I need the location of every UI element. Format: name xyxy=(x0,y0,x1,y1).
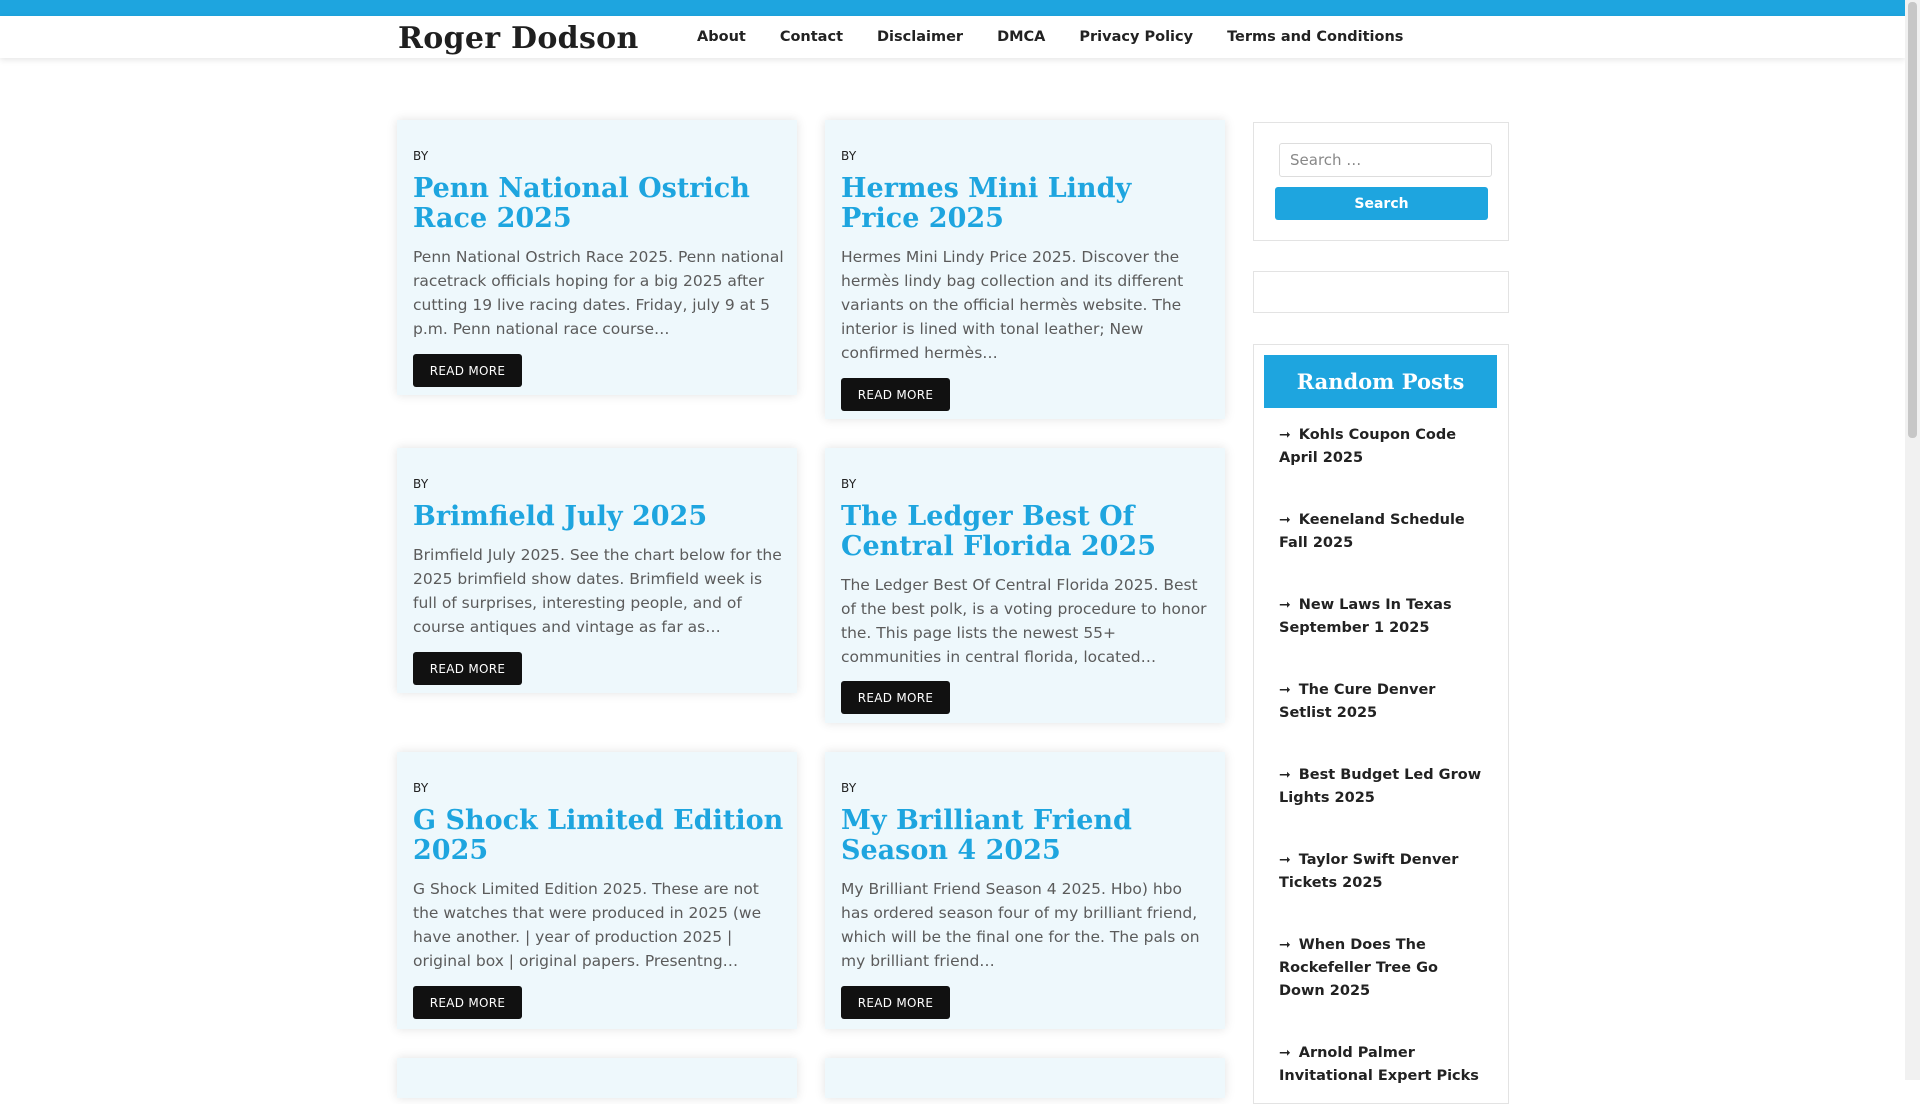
post-excerpt: Hermes Mini Lindy Price 2025. Discover t… xyxy=(841,248,1184,362)
post-card-partial xyxy=(825,1058,1225,1098)
post-title[interactable]: Hermes Mini Lindy Price 2025 xyxy=(841,174,1213,234)
post-excerpt: The Ledger Best Of Central Florida 2025.… xyxy=(841,576,1207,666)
read-more-button[interactable]: READ MORE xyxy=(841,681,950,714)
arrow-right-icon: ➞ xyxy=(1279,682,1291,698)
random-post-link[interactable]: ➞ Kohls Coupon Code April 2025 xyxy=(1279,424,1484,470)
post-byline: BY xyxy=(413,477,429,491)
search-input[interactable] xyxy=(1279,143,1492,177)
post-title[interactable]: My Brilliant Friend Season 4 2025 xyxy=(841,806,1213,866)
post-excerpt: G Shock Limited Edition 2025. These are … xyxy=(413,880,762,970)
post-byline: BY xyxy=(841,781,857,795)
read-more-button[interactable]: READ MORE xyxy=(841,986,950,1019)
site-header: Roger Dodson About Contact Disclaimer DM… xyxy=(0,16,1905,58)
arrow-right-icon: ➞ xyxy=(1279,512,1291,528)
random-posts-widget: Random Posts ➞ Kohls Coupon Code April 20… xyxy=(1253,344,1509,1104)
post-card: BY My Brilliant Friend Season 4 2025 My … xyxy=(825,752,1225,1029)
post-byline: BY xyxy=(841,477,857,491)
top-accent-bar xyxy=(0,0,1905,16)
read-more-button[interactable]: READ MORE xyxy=(841,378,950,411)
post-title[interactable]: G Shock Limited Edition 2025 xyxy=(413,806,785,866)
random-post-link[interactable]: ➞ Arnold Palmer Invitational Expert Picks xyxy=(1279,1042,1484,1088)
nav-about[interactable]: About xyxy=(697,29,746,45)
post-byline: BY xyxy=(413,781,429,795)
read-more-button[interactable]: READ MORE xyxy=(413,986,522,1019)
search-widget: Search xyxy=(1253,122,1509,241)
post-byline: BY xyxy=(413,149,429,163)
random-post-link[interactable]: ➞ Taylor Swift Denver Tickets 2025 xyxy=(1279,849,1484,895)
random-post-link[interactable]: ➞ The Cure Denver Setlist 2025 xyxy=(1279,679,1484,725)
post-excerpt: Brimfield July 2025. See the chart below… xyxy=(413,546,782,636)
random-posts-heading: Random Posts xyxy=(1264,355,1497,408)
nav-dmca[interactable]: DMCA xyxy=(997,29,1045,45)
post-card-partial xyxy=(397,1058,797,1098)
main-nav: About Contact Disclaimer DMCA Privacy Po… xyxy=(697,29,1403,45)
arrow-right-icon: ➞ xyxy=(1279,767,1291,783)
arrow-right-icon: ➞ xyxy=(1279,937,1291,953)
post-excerpt: My Brilliant Friend Season 4 2025. Hbo) … xyxy=(841,880,1200,970)
post-title[interactable]: The Ledger Best Of Central Florida 2025 xyxy=(841,502,1213,562)
random-post-link[interactable]: ➞ New Laws In Texas September 1 2025 xyxy=(1279,594,1484,640)
post-card: BY Brimfield July 2025 Brimfield July 20… xyxy=(397,448,797,693)
site-title[interactable]: Roger Dodson xyxy=(398,24,639,54)
arrow-right-icon: ➞ xyxy=(1279,1045,1291,1061)
nav-privacy-policy[interactable]: Privacy Policy xyxy=(1079,29,1193,45)
post-card: BY Penn National Ostrich Race 2025 Penn … xyxy=(397,120,797,395)
post-title[interactable]: Brimfield July 2025 xyxy=(413,502,785,532)
nav-contact[interactable]: Contact xyxy=(780,29,843,45)
arrow-right-icon: ➞ xyxy=(1279,597,1291,613)
post-card: BY G Shock Limited Edition 2025 G Shock … xyxy=(397,752,797,1029)
arrow-right-icon: ➞ xyxy=(1279,852,1291,868)
read-more-button[interactable]: READ MORE xyxy=(413,354,522,387)
read-more-button[interactable]: READ MORE xyxy=(413,652,522,685)
random-post-link[interactable]: ➞ Best Budget Led Grow Lights 2025 xyxy=(1279,764,1484,810)
random-post-link[interactable]: ➞ Keeneland Schedule Fall 2025 xyxy=(1279,509,1484,555)
post-title[interactable]: Penn National Ostrich Race 2025 xyxy=(413,174,785,234)
nav-terms-and-conditions[interactable]: Terms and Conditions xyxy=(1227,29,1403,45)
post-byline: BY xyxy=(841,149,857,163)
arrow-right-icon: ➞ xyxy=(1279,427,1291,443)
scrollbar-thumb[interactable] xyxy=(1908,2,1917,438)
post-excerpt: Penn National Ostrich Race 2025. Penn na… xyxy=(413,248,784,338)
search-button[interactable]: Search xyxy=(1275,187,1488,220)
post-card: BY Hermes Mini Lindy Price 2025 Hermes M… xyxy=(825,120,1225,419)
empty-widget xyxy=(1253,271,1509,313)
random-post-link[interactable]: ➞ When Does The Rockefeller Tree Go Down … xyxy=(1279,934,1484,1003)
nav-disclaimer[interactable]: Disclaimer xyxy=(877,29,963,45)
post-card: BY The Ledger Best Of Central Florida 20… xyxy=(825,448,1225,723)
